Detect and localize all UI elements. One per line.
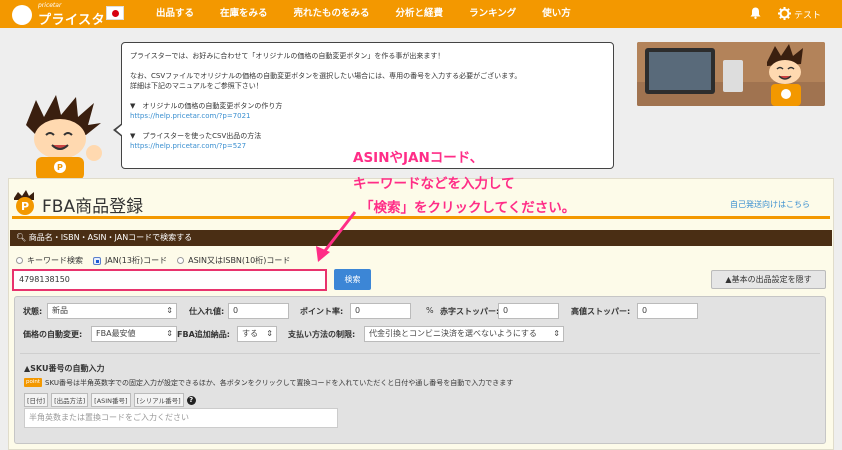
annotation-text: ASINやJANコード、 — [353, 150, 484, 166]
nav-item-howto[interactable]: 使い方 — [529, 0, 584, 28]
auto-price-select[interactable]: FBA最安値 — [91, 326, 177, 342]
page-title: FBA商品登録 — [42, 197, 144, 217]
cost-label: 仕入れ値: — [189, 307, 225, 316]
top-navbar: pricetar プライスター 出品する 在庫をみる 売れたものをみる 分析と経… — [0, 0, 842, 28]
pricetar-p-icon: P — [14, 190, 34, 215]
self-ship-link[interactable]: 自己発送向けはこちら — [730, 199, 810, 210]
radio-label: JAN(13桁)コード — [105, 256, 168, 265]
point-rate-input[interactable]: 0 — [350, 303, 411, 319]
search-button[interactable]: 検索 — [334, 269, 371, 290]
bubble-text: 詳細は下記のマニュアルをご参照下さい！ — [130, 82, 263, 90]
svg-text:P: P — [21, 200, 29, 213]
replacement-code-buttons: [日付] [出品方法] [ASIN番号] [シリアル番号] ? — [24, 393, 196, 407]
logo-subtitle: pricetar — [38, 2, 62, 9]
annotation-text: 「検索」をクリックしてください。 — [360, 200, 576, 216]
annotation-arrow — [316, 211, 357, 262]
cost-input[interactable]: 0 — [228, 303, 289, 319]
nav-item-analytics[interactable]: 分析と経費 — [383, 0, 457, 28]
title-divider — [12, 216, 830, 219]
radio-label: ASIN又はISBN(10桁)コード — [188, 256, 291, 265]
bell-icon[interactable] — [750, 7, 761, 19]
tag-asin-button[interactable]: [ASIN番号] — [91, 393, 131, 407]
promo-photo[interactable] — [637, 42, 825, 106]
search-section-label: 商品名・ISBN・ASIN・JANコードで検索する — [28, 233, 193, 242]
point-rate-label: ポイント率: — [300, 307, 344, 316]
logo-mascot-icon — [12, 5, 32, 25]
radio-jan[interactable]: JAN(13桁)コード — [93, 255, 167, 266]
bubble-text: なお、CSVファイルでオリジナルの価格の自動変更ボタンを選択したい場合には、専用… — [130, 72, 522, 80]
annotation-text: キーワードなどを入力して — [353, 176, 515, 192]
nav-item-listing[interactable]: 出品する — [143, 0, 207, 28]
search-section-bar: 🔍︎ 商品名・ISBN・ASIN・JANコードで検索する — [10, 230, 832, 246]
tag-date-button[interactable]: [日付] — [24, 393, 49, 407]
red-stopper-input[interactable]: 0 — [498, 303, 559, 319]
payment-label: 支払い方法の制限: — [288, 330, 356, 339]
nav-item-sold[interactable]: 売れたものをみる — [281, 0, 383, 28]
hide-settings-button[interactable]: ▲基本の出品設定を隠す — [711, 270, 826, 289]
percent-unit: % — [426, 306, 434, 315]
nav-item-inventory[interactable]: 在庫をみる — [207, 0, 281, 28]
auto-price-label: 価格の自動変更: — [23, 330, 83, 339]
condition-label: 状態: — [23, 307, 43, 316]
radio-asin[interactable]: ASIN又はISBN(10桁)コード — [177, 255, 290, 266]
gear-icon[interactable] — [778, 7, 791, 20]
point-badge: point — [24, 378, 42, 387]
main-nav: 出品する 在庫をみる 売れたものをみる 分析と経費 ランキング 使い方 — [143, 0, 584, 28]
search-icon: 🔍︎ — [16, 233, 27, 242]
manual-link-csv[interactable]: https://help.pricetar.com/?p=527 — [130, 142, 246, 150]
search-input[interactable]: 4798138150 — [12, 269, 327, 291]
condition-select[interactable]: 新品 — [47, 303, 177, 319]
fba-extra-select[interactable]: する — [237, 326, 277, 342]
radio-keyword[interactable]: キーワード検索 — [16, 255, 83, 266]
radio-button-selected[interactable] — [93, 256, 101, 265]
high-stopper-label: 高値ストッパー: — [571, 307, 631, 316]
sku-input[interactable]: 半角英数または置換コードをご入力ください — [24, 408, 338, 428]
radio-button[interactable] — [16, 257, 23, 264]
red-stopper-label: 赤字ストッパー: — [440, 307, 500, 316]
radio-button[interactable] — [177, 257, 185, 264]
user-name[interactable]: テスト — [794, 8, 821, 21]
tag-method-button[interactable]: [出品方法] — [51, 393, 89, 407]
mascot-illustration: P — [26, 95, 102, 180]
high-stopper-input[interactable]: 0 — [637, 303, 698, 319]
tag-serial-button[interactable]: [シリアル番号] — [133, 393, 184, 407]
bubble-item-title: ▼ プライスターを使ったCSV出品の方法 — [130, 132, 262, 140]
fba-extra-label: FBA追加納品: — [177, 330, 230, 339]
manual-link-price-button[interactable]: https://help.pricetar.com/?p=7021 — [130, 112, 251, 120]
nav-item-ranking[interactable]: ランキング — [456, 0, 529, 28]
payment-select[interactable]: 代金引換とコンビニ決済を選べないようにする — [364, 326, 564, 342]
settings-divider — [20, 353, 820, 354]
svg-text:P: P — [57, 163, 63, 172]
help-icon[interactable]: ? — [186, 395, 196, 405]
bubble-item-title: ▼ オリジナルの価格の自動変更ボタンの作り方 — [130, 102, 283, 110]
bubble-text: プライスターでは、お好みに合わせて「オリジナルの価格の自動変更ボタン」を作る事が… — [130, 52, 445, 60]
sku-description: SKU番号は半角英数字での固定入力が設定できるほか、各ボタンをクリックして置換コ… — [45, 379, 514, 387]
sku-section-title[interactable]: ▲SKU番号の自動入力 — [24, 363, 104, 374]
japan-flag-icon[interactable] — [106, 6, 124, 20]
search-type-radios: キーワード検索 JAN(13桁)コード ASIN又はISBN(10桁)コード — [16, 255, 300, 266]
radio-label: キーワード検索 — [27, 256, 83, 265]
